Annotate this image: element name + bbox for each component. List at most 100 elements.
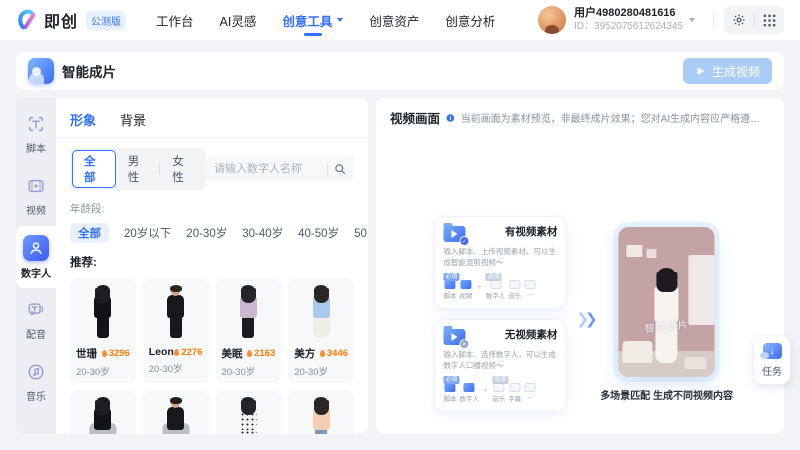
main-content: 脚本 视频 数字人 bbox=[16, 98, 784, 434]
smart-video-icon bbox=[28, 58, 54, 84]
video-chip-icon bbox=[460, 280, 471, 289]
flow-caption: 多场景匹配 生成不同视频内容 bbox=[600, 387, 733, 402]
avatar-image bbox=[76, 283, 130, 343]
check-icon: ✓ bbox=[459, 236, 469, 246]
subtitle-chip-icon bbox=[509, 383, 520, 392]
left-card: 脚本 视频 数字人 bbox=[16, 98, 368, 434]
generate-video-button[interactable]: 生成视频 bbox=[683, 58, 772, 84]
without-material-card: ✕ 无视频素材 输入脚本、选择数字人，可以生成数字人口播视频～ 必填 脚本 数字… bbox=[434, 319, 566, 412]
page-title: 智能成片 bbox=[62, 61, 116, 81]
search-input[interactable] bbox=[214, 163, 321, 175]
nav-item-workbench[interactable]: 工作台 bbox=[156, 0, 194, 42]
user-id: ID：3952075612624345 bbox=[574, 21, 683, 34]
tab-background[interactable]: 背景 bbox=[120, 110, 146, 137]
script-chip-icon bbox=[444, 383, 455, 392]
avatar[interactable] bbox=[538, 6, 566, 34]
gender-female[interactable]: 女性 bbox=[160, 150, 204, 188]
digital-human-chip-icon bbox=[490, 280, 501, 289]
digital-human-card[interactable]: Leon2276 20-30岁 bbox=[143, 278, 209, 383]
plus-icon: + bbox=[476, 282, 481, 292]
avatar-image bbox=[222, 395, 276, 434]
sidebar-item-music[interactable]: 音乐 bbox=[16, 350, 56, 412]
avatar-image bbox=[294, 395, 348, 434]
avatar-image bbox=[149, 395, 203, 434]
more-chip-icon bbox=[524, 280, 535, 289]
nav-item-creative-analysis[interactable]: 创意分析 bbox=[445, 0, 495, 42]
chevron-down-icon bbox=[337, 18, 343, 22]
asset-picker-panel: 形象 背景 全部 男性 女性 年龄段: bbox=[56, 98, 368, 434]
recommend-label: 推荐: bbox=[70, 254, 354, 270]
with-material-card: ✓ 有视频素材 输入脚本、上传视频素材，可以生成智能混剪视频～ 必填 脚本 视频… bbox=[434, 216, 566, 309]
logo-text: 即创 bbox=[44, 8, 78, 32]
empty-state-flow: ✓ 有视频素材 输入脚本、上传视频素材，可以生成智能混剪视频～ 必填 脚本 视频… bbox=[434, 216, 725, 412]
sidebar-item-video[interactable]: 视频 bbox=[16, 164, 56, 226]
music-chip-icon bbox=[493, 383, 504, 392]
avatar-image bbox=[76, 395, 130, 434]
double-chevron-icon: ❯❯ bbox=[576, 312, 597, 327]
divider bbox=[754, 13, 755, 27]
video-folder-icon: ✓ bbox=[443, 226, 465, 242]
nav-item-ai-inspiration[interactable]: AI灵感 bbox=[220, 0, 257, 42]
digital-human-card[interactable]: 美蔓4475 20-30岁 bbox=[216, 390, 282, 434]
tab-figure[interactable]: 形象 bbox=[70, 110, 96, 137]
digital-human-card[interactable]: 世珊3296 20-30岁 bbox=[70, 278, 136, 383]
sidebar-item-dubbing[interactable]: 配音 bbox=[16, 288, 56, 350]
navbar-right: 用户4980280481616 ID：3952075612624345 bbox=[538, 6, 784, 34]
age-chip-40-50[interactable]: 40-50岁 bbox=[298, 225, 339, 241]
main-nav: 工作台 AI灵感 创意工具 创意资产 创意分析 bbox=[156, 0, 495, 42]
dubbing-icon bbox=[24, 298, 48, 322]
hot-icon bbox=[247, 350, 252, 357]
compliance-notice: 当前画面为素材预览，非最终成片效果；您对AI生成内容应严格遵循国家相关法律法规的… bbox=[461, 110, 770, 125]
more-chip-icon bbox=[524, 383, 535, 392]
hot-icon bbox=[102, 350, 107, 357]
task-float-button[interactable]: ↓ 任务 bbox=[754, 336, 790, 384]
nav-item-creative-tools[interactable]: 创意工具 bbox=[282, 0, 343, 42]
age-chip-30-40[interactable]: 30-40岁 bbox=[242, 225, 283, 241]
digital-human-card[interactable]: 美眠2163 20-30岁 bbox=[216, 278, 282, 383]
age-chip-20-30[interactable]: 20-30岁 bbox=[186, 225, 227, 241]
script-chip-icon bbox=[444, 280, 455, 289]
gender-segmented-control: 全部 男性 女性 bbox=[70, 148, 206, 190]
top-navbar: 即创 公测版 工作台 AI灵感 创意工具 创意资产 创意分析 用户4980280… bbox=[0, 0, 800, 40]
gender-male[interactable]: 男性 bbox=[116, 150, 160, 188]
sidebar-item-script[interactable]: 脚本 bbox=[16, 102, 56, 164]
gender-all[interactable]: 全部 bbox=[72, 150, 116, 188]
age-filter-label: 年龄段: bbox=[70, 201, 354, 216]
user-name: 用户4980280481616 bbox=[574, 7, 683, 21]
digital-human-card[interactable]: 美方3446 20-30岁 bbox=[288, 278, 354, 383]
info-icon bbox=[446, 112, 455, 124]
avatar-image bbox=[294, 283, 348, 343]
age-chip-over-50[interactable]: 50岁以上 bbox=[354, 225, 368, 241]
age-chip-all[interactable]: 全部 bbox=[70, 223, 109, 243]
avatar-image bbox=[149, 283, 203, 343]
hot-icon bbox=[320, 350, 325, 357]
beta-badge: 公测版 bbox=[86, 11, 126, 30]
script-icon bbox=[24, 112, 48, 136]
preview-header: 视频画面 当前画面为素材预览，非最终成片效果；您对AI生成内容应严格遵循国家相关… bbox=[390, 108, 770, 127]
app-logo[interactable]: 即创 公测版 bbox=[16, 8, 126, 32]
age-chip-under-20[interactable]: 20岁以下 bbox=[124, 225, 171, 241]
left-rail: 脚本 视频 数字人 bbox=[16, 98, 56, 434]
music-icon bbox=[24, 360, 48, 384]
user-info[interactable]: 用户4980280481616 ID：3952075612624345 bbox=[574, 7, 683, 33]
video-folder-icon: ✕ bbox=[443, 329, 465, 345]
settings-gear-icon[interactable] bbox=[732, 13, 746, 27]
age-filter-chips: 全部 20岁以下 20-30岁 30-40岁 40-50岁 50岁以上 bbox=[70, 223, 354, 243]
nav-item-creative-assets[interactable]: 创意资产 bbox=[369, 0, 419, 42]
digital-human-chip-icon bbox=[464, 383, 475, 392]
apps-grid-icon[interactable] bbox=[763, 14, 776, 27]
search-icon[interactable] bbox=[334, 163, 346, 175]
logo-icon bbox=[16, 9, 38, 31]
video-preview-mock: 智能成片 bbox=[619, 227, 715, 377]
digital-human-grid: 世珊3296 20-30岁 Leon2276 20-30岁 美眠2163 20-… bbox=[70, 278, 354, 434]
user-chevron-down-icon[interactable] bbox=[689, 18, 695, 22]
digital-human-card[interactable]: 宁烟2903 20-30岁 bbox=[288, 390, 354, 434]
hot-icon bbox=[174, 349, 179, 356]
filter-row: 全部 男性 女性 bbox=[70, 148, 354, 190]
digital-human-card[interactable]: 才吉2322 20-30岁 bbox=[143, 390, 209, 434]
preview-title: 视频画面 bbox=[390, 108, 440, 127]
divider bbox=[327, 163, 328, 176]
sidebar-item-digital-human[interactable]: 数字人 bbox=[16, 226, 56, 288]
digital-human-card[interactable]: 世菲7304 20-30岁 bbox=[70, 390, 136, 434]
search-box bbox=[206, 156, 354, 182]
